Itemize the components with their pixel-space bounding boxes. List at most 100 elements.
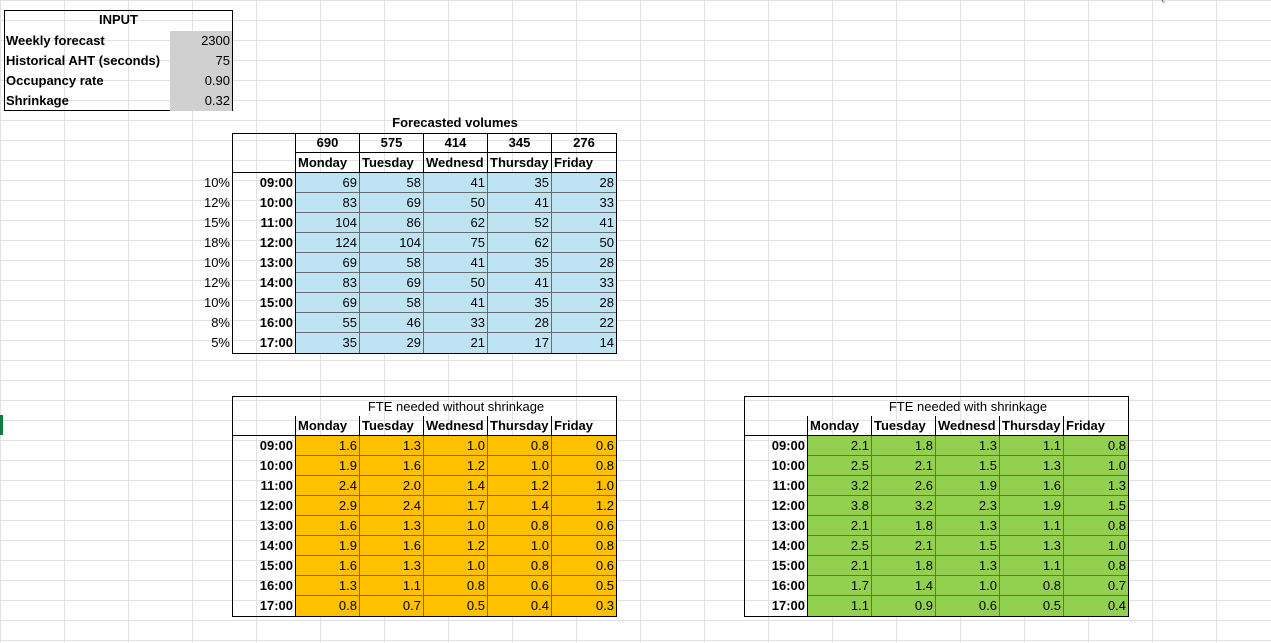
time-label[interactable]: 17:00 <box>232 333 296 353</box>
table-cell[interactable]: 1.1 <box>808 596 872 616</box>
table-cell[interactable]: 1.2 <box>424 456 488 476</box>
table-cell[interactable]: 83 <box>296 273 360 293</box>
table-cell[interactable]: 2.6 <box>872 476 936 496</box>
table-cell[interactable]: 28 <box>488 313 552 333</box>
column-letter[interactable]: D <box>319 0 339 3</box>
table-cell[interactable]: 1.1 <box>1000 556 1064 576</box>
table-cell[interactable]: 2.9 <box>296 496 360 516</box>
input-label[interactable]: Shrinkage <box>4 91 170 111</box>
table-cell[interactable]: 35 <box>488 293 552 313</box>
table-cell[interactable]: 75 <box>424 233 488 253</box>
table-cell[interactable]: 1.5 <box>936 536 1000 556</box>
input-value[interactable]: 75 <box>170 51 232 71</box>
column-letter[interactable]: F <box>445 0 465 3</box>
table-cell[interactable]: 2.1 <box>872 456 936 476</box>
table-cell[interactable]: 1.3 <box>360 516 424 536</box>
percent-value[interactable]: 12% <box>168 193 232 213</box>
table-cell[interactable]: 3.2 <box>872 496 936 516</box>
table-cell[interactable]: 69 <box>360 193 424 213</box>
column-letter[interactable]: Q <box>1152 0 1172 3</box>
table-cell[interactable]: 58 <box>360 253 424 273</box>
table-cell[interactable]: 1.1 <box>1000 436 1064 456</box>
table-cell[interactable]: 1.6 <box>1000 476 1064 496</box>
table-cell[interactable]: 3.2 <box>808 476 872 496</box>
column-letter[interactable]: M <box>894 0 914 3</box>
time-label[interactable]: 15:00 <box>232 293 296 313</box>
table-cell[interactable]: 0.5 <box>1000 596 1064 616</box>
table-cell[interactable]: 1.6 <box>296 556 360 576</box>
table-cell[interactable]: 0.7 <box>1064 576 1128 596</box>
table-cell[interactable]: 28 <box>552 253 616 273</box>
table-cell[interactable]: 1.9 <box>936 476 1000 496</box>
column-letter[interactable]: J <box>702 0 722 3</box>
table-cell[interactable]: 2.3 <box>936 496 1000 516</box>
percent-value[interactable]: 10% <box>168 253 232 273</box>
input-value[interactable]: 0.32 <box>170 91 232 111</box>
table-cell[interactable]: 0.8 <box>1064 556 1128 576</box>
table-cell[interactable]: 1.0 <box>424 556 488 576</box>
table-cell[interactable]: 46 <box>360 313 424 333</box>
table-cell[interactable]: 41 <box>488 273 552 293</box>
column-letter[interactable]: N <box>958 0 978 3</box>
table-cell[interactable]: 1.8 <box>872 516 936 536</box>
table-cell[interactable]: 1.0 <box>488 456 552 476</box>
table-cell[interactable]: 1.4 <box>424 476 488 496</box>
table-cell[interactable]: 1.7 <box>808 576 872 596</box>
table-cell[interactable]: 55 <box>296 313 360 333</box>
table-cell[interactable]: 0.8 <box>488 516 552 536</box>
table-cell[interactable]: 1.7 <box>424 496 488 516</box>
table-cell[interactable]: 0.8 <box>488 556 552 576</box>
table-cell[interactable]: 69 <box>360 273 424 293</box>
table-cell[interactable]: 0.4 <box>1064 596 1128 616</box>
column-letter[interactable]: A <box>30 0 50 3</box>
table-cell[interactable]: 28 <box>552 293 616 313</box>
table-cell[interactable]: 1.9 <box>296 456 360 476</box>
table-cell[interactable]: 1.5 <box>936 456 1000 476</box>
table-cell[interactable]: 69 <box>296 173 360 193</box>
table-cell[interactable]: 50 <box>552 233 616 253</box>
time-label[interactable]: 17:00 <box>232 596 296 616</box>
table-cell[interactable]: 35 <box>488 253 552 273</box>
table-cell[interactable]: 58 <box>360 173 424 193</box>
column-letter[interactable]: L <box>830 0 850 3</box>
input-label[interactable]: Weekly forecast <box>4 31 170 51</box>
table-cell[interactable]: 58 <box>360 293 424 313</box>
input-value[interactable]: 0.90 <box>170 71 232 91</box>
table-cell[interactable]: 0.5 <box>424 596 488 616</box>
input-label[interactable]: Occupancy rate <box>4 71 170 91</box>
table-cell[interactable]: 69 <box>296 253 360 273</box>
time-label[interactable]: 12:00 <box>232 496 296 516</box>
table-cell[interactable]: 1.1 <box>360 576 424 596</box>
table-cell[interactable]: 0.8 <box>1064 436 1128 456</box>
table-cell[interactable]: 2.1 <box>808 556 872 576</box>
table-cell[interactable]: 1.3 <box>296 576 360 596</box>
table-cell[interactable]: 28 <box>552 173 616 193</box>
table-cell[interactable]: 33 <box>424 313 488 333</box>
time-label[interactable]: 13:00 <box>744 516 808 536</box>
table-cell[interactable]: 1.2 <box>552 496 616 516</box>
table-cell[interactable]: 0.8 <box>1000 576 1064 596</box>
table-cell[interactable]: 1.1 <box>1000 516 1064 536</box>
table-cell[interactable]: 0.6 <box>552 516 616 536</box>
table-cell[interactable]: 1.6 <box>296 516 360 536</box>
table-cell[interactable]: 2.5 <box>808 456 872 476</box>
table-cell[interactable]: 0.8 <box>552 536 616 556</box>
table-cell[interactable]: 86 <box>360 213 424 233</box>
table-cell[interactable]: 29 <box>360 333 424 353</box>
table-cell[interactable]: 1.2 <box>488 476 552 496</box>
table-cell[interactable]: 0.8 <box>1064 516 1128 536</box>
table-cell[interactable]: 2.1 <box>872 536 936 556</box>
time-label[interactable]: 16:00 <box>232 313 296 333</box>
table-cell[interactable]: 0.6 <box>936 596 1000 616</box>
table-cell[interactable]: 1.3 <box>936 436 1000 456</box>
table-cell[interactable]: 0.4 <box>488 596 552 616</box>
time-label[interactable]: 14:00 <box>232 536 296 556</box>
percent-value[interactable]: 15% <box>168 213 232 233</box>
table-cell[interactable]: 1.6 <box>296 436 360 456</box>
table-cell[interactable]: 52 <box>488 213 552 233</box>
percent-value[interactable]: 8% <box>168 313 232 333</box>
input-value[interactable]: 2300 <box>170 31 232 51</box>
table-cell[interactable]: 50 <box>424 273 488 293</box>
time-label[interactable]: 16:00 <box>232 576 296 596</box>
column-letter[interactable]: P <box>1088 0 1108 3</box>
